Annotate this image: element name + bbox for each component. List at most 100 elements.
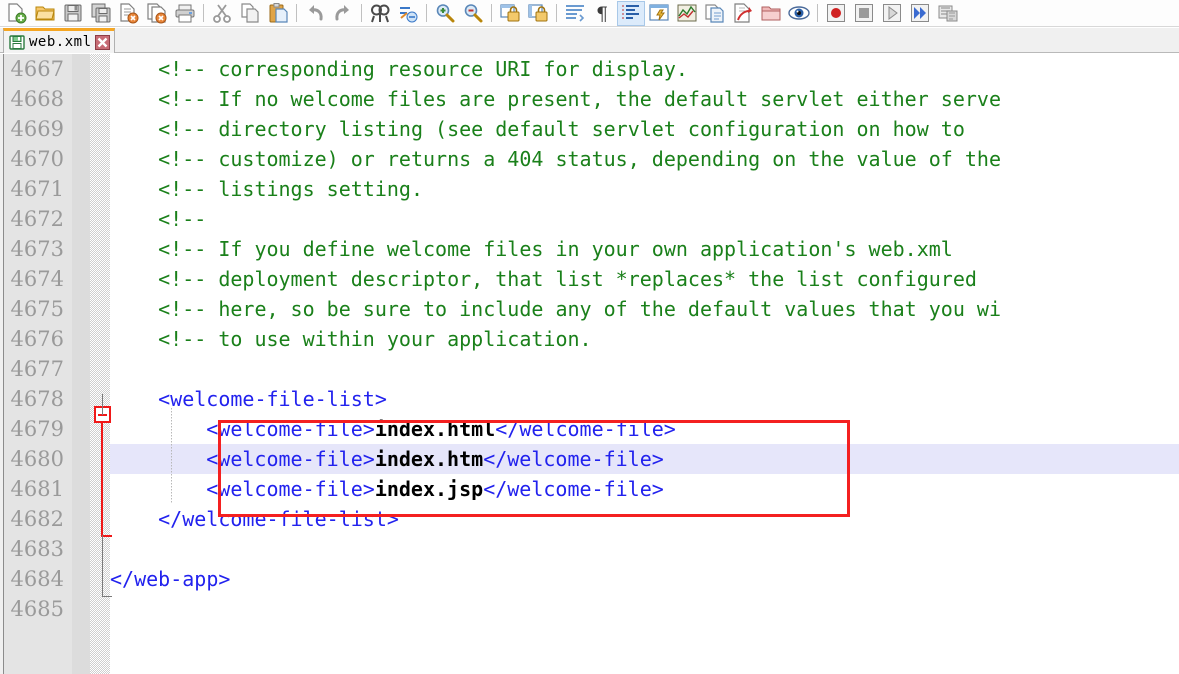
code-token-tag: </welcome-file>	[495, 417, 676, 441]
find-icon[interactable]	[366, 1, 394, 26]
code-token-tag: <welcome-file-list>	[158, 387, 387, 411]
folder-as-workspace-icon[interactable]	[757, 1, 785, 26]
document-map-icon[interactable]	[673, 1, 701, 26]
code-line[interactable]: 4680 <welcome-file>index.htm</welcome-fil…	[0, 444, 1179, 474]
line-number: 4683	[10, 537, 64, 561]
code-text: <!-- directory listing (see default serv…	[158, 114, 965, 144]
line-number: 4669	[10, 117, 64, 141]
code-token-comment: <!-- directory listing (see default serv…	[158, 117, 965, 141]
stop-macro-icon[interactable]	[850, 1, 878, 26]
undo-icon[interactable]	[301, 1, 329, 26]
zoom-out-icon[interactable]	[459, 1, 487, 26]
print-icon[interactable]	[171, 1, 199, 26]
code-token-comment: <!-- deployment descriptor, that list *r…	[158, 267, 977, 291]
code-line[interactable]: 4679 <welcome-file>index.html</welcome-fi…	[0, 414, 1179, 444]
tab-bar: web.xml	[0, 28, 1179, 53]
code-line[interactable]: 4683	[0, 534, 1179, 564]
code-line[interactable]: 4676 <!-- to use within your application.	[0, 324, 1179, 354]
code-lines: 4667 <!-- corresponding resource URI for …	[0, 54, 1179, 624]
toolbar-separator	[361, 4, 362, 22]
line-number: 4676	[10, 327, 64, 351]
toolbar-separator	[556, 4, 557, 22]
record-macro-icon[interactable]	[822, 1, 850, 26]
code-token-tag: </web-app>	[110, 567, 231, 591]
code-token-comment: <!--	[158, 207, 207, 231]
sync-vertical-scroll-icon[interactable]	[496, 1, 524, 26]
code-token-tag: <welcome-file>	[206, 447, 375, 471]
save-macro-icon[interactable]	[934, 1, 962, 26]
word-wrap-icon[interactable]	[561, 1, 589, 26]
show-indent-guide-icon[interactable]	[617, 0, 645, 26]
code-token-comment: <!-- If you define welcome files in your…	[158, 237, 953, 261]
code-line[interactable]: 4672 <!--	[0, 204, 1179, 234]
zoom-in-icon[interactable]	[431, 1, 459, 26]
code-text: <welcome-file>index.html</welcome-file>	[206, 414, 676, 444]
code-token-tag: <welcome-file>	[206, 477, 375, 501]
code-line[interactable]: 4674 <!-- deployment descriptor, that lis…	[0, 264, 1179, 294]
code-line[interactable]: 4684 </web-app>	[0, 564, 1179, 594]
svg-text:¶: ¶	[596, 3, 608, 24]
code-text: </web-app>	[110, 564, 230, 594]
function-list-icon[interactable]	[701, 1, 729, 26]
monitoring-icon[interactable]	[785, 1, 813, 26]
code-line[interactable]: 4681 <welcome-file>index.jsp</welcome-fil…	[0, 474, 1179, 504]
code-line[interactable]: 4669 <!-- directory listing (see default …	[0, 114, 1179, 144]
code-token-comment: <!-- customize) or returns a 404 status,…	[158, 147, 1001, 171]
toolbar-separator	[817, 4, 818, 22]
code-token-comment: <!-- to use within your application.	[158, 327, 592, 351]
code-line[interactable]: 4682 </welcome-file-list>	[0, 504, 1179, 534]
replace-icon[interactable]	[394, 1, 422, 26]
code-line[interactable]: 4685	[0, 594, 1179, 624]
line-number: 4668	[10, 87, 64, 111]
redo-icon[interactable]	[329, 1, 357, 26]
fold-range-line-outer-top	[102, 394, 103, 415]
line-number: 4685	[10, 597, 64, 621]
code-text: <!-- to use within your application.	[158, 324, 591, 354]
close-file-icon[interactable]	[115, 1, 143, 26]
line-number: 4673	[10, 237, 64, 261]
code-text: <!--	[158, 204, 206, 234]
run-macro-multiple-icon[interactable]	[906, 1, 934, 26]
cut-icon[interactable]	[208, 1, 236, 26]
line-number: 4677	[10, 357, 64, 381]
user-defined-dialog-icon[interactable]	[645, 1, 673, 26]
code-line[interactable]: 4668 <!-- If no welcome files are present…	[0, 84, 1179, 114]
code-token-text: index.htm	[374, 447, 484, 471]
code-text: <welcome-file>index.htm</welcome-file>	[206, 444, 664, 474]
save-all-icon[interactable]	[87, 1, 115, 26]
paste-icon[interactable]	[264, 1, 292, 26]
save-icon[interactable]	[59, 1, 87, 26]
line-number: 4684	[10, 567, 64, 591]
code-token-text: index.html	[374, 417, 496, 441]
play-macro-icon[interactable]	[878, 1, 906, 26]
code-text: </welcome-file-list>	[158, 504, 399, 534]
show-all-characters-icon[interactable]: ¶	[589, 1, 617, 26]
new-file-icon[interactable]	[3, 1, 31, 26]
close-tab-icon[interactable]	[94, 34, 110, 50]
close-all-files-icon[interactable]	[143, 1, 171, 26]
code-editor-area[interactable]: 4667 <!-- corresponding resource URI for …	[0, 54, 1179, 674]
code-line[interactable]: 4678 <welcome-file-list>	[0, 384, 1179, 414]
code-line[interactable]: 4671 <!-- listings setting.	[0, 174, 1179, 204]
copy-icon[interactable]	[236, 1, 264, 26]
document-switcher-icon[interactable]	[729, 1, 757, 26]
notepad-editor-window: ¶ web.xml 4667 <!-- corresponding resour…	[0, 0, 1179, 674]
fold-range-line-outer	[102, 535, 103, 597]
code-line[interactable]: 4673 <!-- If you define welcome files in …	[0, 234, 1179, 264]
tab-web-xml[interactable]: web.xml	[3, 28, 115, 53]
code-token-tag: <welcome-file>	[206, 417, 375, 441]
code-text: <welcome-file>index.jsp</welcome-file>	[206, 474, 664, 504]
line-number: 4682	[10, 507, 64, 531]
open-folder-icon[interactable]	[31, 1, 59, 26]
toolbar-separator	[491, 4, 492, 22]
sync-horizontal-scroll-icon[interactable]	[524, 1, 552, 26]
code-line[interactable]: 4670 <!-- customize) or returns a 404 sta…	[0, 144, 1179, 174]
fold-range-line-active	[101, 423, 103, 536]
code-token-comment: <!-- If no welcome files are present, th…	[158, 87, 1001, 111]
toolbar-separator	[426, 4, 427, 22]
code-line[interactable]: 4677	[0, 354, 1179, 384]
line-number: 4671	[10, 177, 64, 201]
code-line[interactable]: 4675 <!-- here, so be sure to include any…	[0, 294, 1179, 324]
code-text: <!-- deployment descriptor, that list *r…	[158, 264, 977, 294]
code-line[interactable]: 4667 <!-- corresponding resource URI for …	[0, 54, 1179, 84]
